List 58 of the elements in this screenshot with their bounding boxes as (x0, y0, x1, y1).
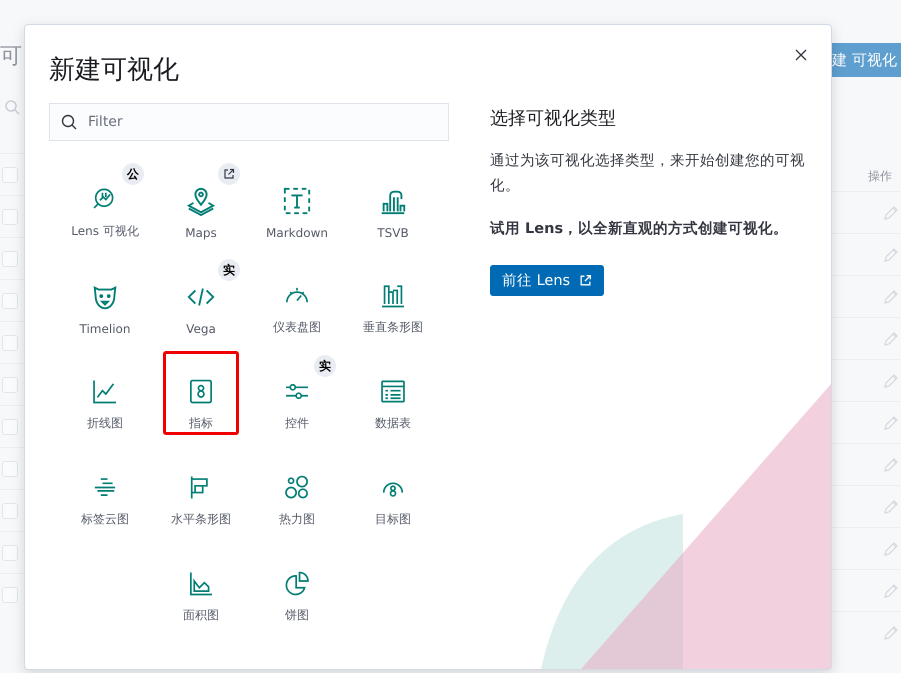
row-checkbox[interactable] (2, 292, 18, 308)
beta-badge: 实 (218, 259, 240, 281)
search-icon (4, 99, 20, 115)
description-text: 通过为该可视化选择类型，来开始创建您的可视化。 (490, 152, 806, 196)
visualization-type-card[interactable]: 标签云图 (67, 447, 143, 531)
row-checkbox[interactable] (2, 166, 18, 182)
pencil-icon[interactable] (883, 204, 899, 220)
row-checkbox[interactable] (2, 334, 18, 350)
external-link-icon (579, 274, 592, 287)
visualization-type-card[interactable]: 实 Vega (163, 255, 239, 339)
row-checkbox[interactable] (2, 376, 18, 392)
pencil-icon[interactable] (883, 414, 899, 430)
row-checkbox[interactable] (2, 460, 18, 476)
pencil-icon[interactable] (883, 288, 899, 304)
row-checkbox[interactable] (2, 418, 18, 434)
beta-badge: 实 (314, 355, 336, 377)
lens-promo-text: 试用 Lens，以全新直观的方式创建可视化。 (490, 219, 790, 239)
pencil-icon[interactable] (883, 624, 899, 640)
beta-badge: 公 (122, 163, 144, 185)
column-header: 操作 (868, 168, 893, 185)
markdown-chart-icon (282, 186, 312, 216)
pencil-icon[interactable] (883, 582, 899, 598)
section-heading: 选择可视化类型 (490, 107, 617, 131)
pencil-icon[interactable] (883, 540, 899, 556)
close-icon[interactable] (793, 47, 809, 63)
visualization-type-card[interactable]: 指标 (163, 351, 239, 435)
pencil-icon[interactable] (883, 498, 899, 514)
visualization-type-card[interactable]: Markdown (259, 159, 335, 243)
visualization-type-card[interactable]: 目标图 (355, 447, 431, 531)
pencil-icon[interactable] (883, 372, 899, 388)
visualization-type-card[interactable]: 实 控件 (259, 351, 335, 435)
visualization-type-card[interactable]: 饼图 (259, 543, 335, 627)
visualization-type-card[interactable]: TSVB (355, 159, 431, 243)
visualization-type-card[interactable]: 仪表盘图 (259, 255, 335, 339)
visualization-type-card[interactable]: 数据表 (355, 351, 431, 435)
visualization-type-card[interactable]: 面积图 (163, 543, 239, 627)
visualization-type-card[interactable]: 公 Lens 可视化 (67, 159, 143, 243)
row-checkbox[interactable] (2, 502, 18, 518)
pencil-icon[interactable] (883, 330, 899, 346)
pencil-icon[interactable] (883, 246, 899, 262)
row-checkbox[interactable] (2, 544, 18, 560)
maps-chart-icon (186, 186, 216, 216)
filter-field[interactable]: Filter (49, 103, 449, 141)
page-title: 可 (0, 43, 23, 71)
external-link-badge (218, 163, 240, 185)
pencil-icon[interactable] (883, 456, 899, 472)
modal-title: 新建可视化 (49, 54, 179, 87)
table-chart-icon (378, 378, 408, 405)
go-to-lens-button[interactable]: 前往 Lens (490, 265, 604, 296)
row-checkbox[interactable] (2, 208, 18, 224)
visualization-type-card[interactable]: Maps (163, 159, 239, 243)
visualization-type-card[interactable]: 垂直条形图 (355, 255, 431, 339)
visualization-type-card[interactable]: 热力图 (259, 447, 335, 531)
visualization-type-card[interactable]: 水平条形图 (163, 447, 239, 531)
row-checkbox[interactable] (2, 586, 18, 602)
row-checkbox[interactable] (2, 250, 18, 266)
visualization-type-card[interactable]: Timelion (67, 255, 143, 339)
visualization-type-card[interactable]: 折线图 (67, 351, 143, 435)
